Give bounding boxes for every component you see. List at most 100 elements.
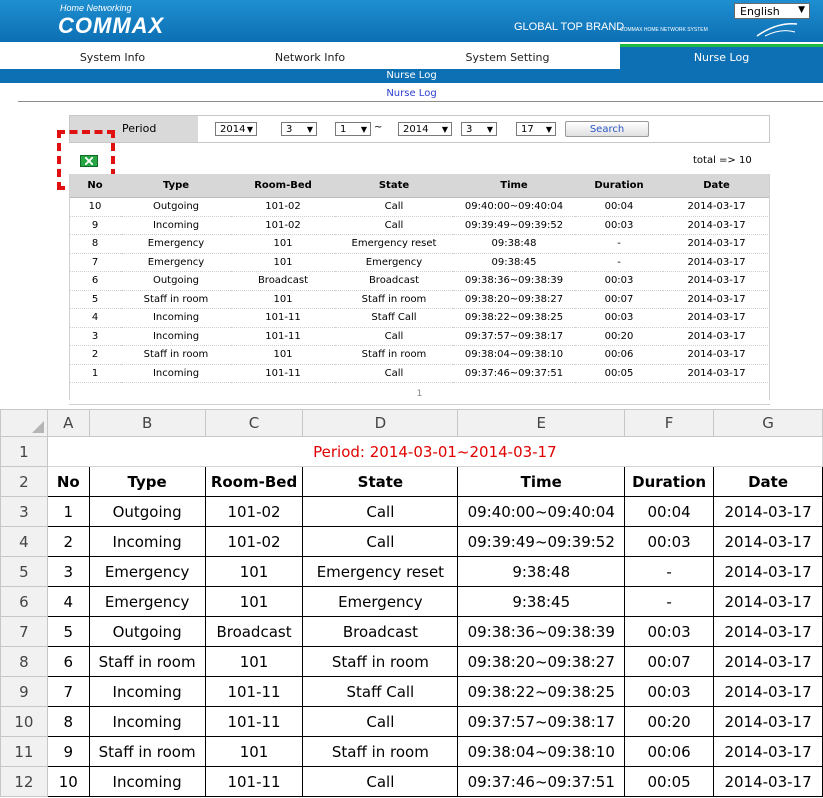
cell-date[interactable]: 2014-03-17 [713,706,823,737]
col-header-room-bed[interactable]: Room-Bed [231,174,335,198]
col-header-state[interactable]: State [335,174,453,198]
cell-type[interactable]: Staff in room [88,646,206,677]
cell-type[interactable]: Outgoing [88,616,206,647]
cell-time[interactable]: 09:37:46~09:37:51 [457,766,626,797]
column-letter-f[interactable]: F [624,409,715,437]
cell-no[interactable]: 8 [46,706,90,737]
cell-time[interactable]: 09:40:00~09:40:04 [457,496,626,527]
table-row[interactable]: 2 Staff in room 101 Staff in room 09:38:04~0… [69,345,770,365]
sub-menu-nurse-log[interactable]: Nurse Log [0,69,823,83]
column-letter-a[interactable]: A [46,409,90,437]
header-cell-room-bed[interactable]: Room-Bed [204,466,304,497]
cell-type[interactable]: Emergency [88,586,206,617]
column-letter-b[interactable]: B [88,409,206,437]
cell-date[interactable]: 2014-03-17 [713,736,823,767]
row-number[interactable]: 10 [0,706,48,737]
cell-no[interactable]: 4 [46,586,90,617]
col-header-date[interactable]: Date [663,174,770,198]
page-number-link[interactable]: 1 [69,382,770,405]
to-year-select[interactable]: 2014 ▼ [398,122,452,136]
col-header-duration[interactable]: Duration [575,174,663,198]
tab-nurse-log[interactable]: Nurse Log [620,47,823,69]
cell-state[interactable]: Broadcast [302,616,459,647]
to-day-select[interactable]: 17 ▼ [516,122,556,136]
cell-room-bed[interactable]: 101 [204,646,304,677]
cell-time[interactable]: 09:38:22~09:38:25 [457,676,626,707]
row-number[interactable]: 11 [0,736,48,767]
row-number[interactable]: 3 [0,496,48,527]
cell-room-bed[interactable]: 101-11 [204,676,304,707]
cell-state[interactable]: Call [302,526,459,557]
row-number[interactable]: 2 [0,466,48,497]
table-row[interactable]: 7 Emergency 101 Emergency 09:38:45-2014-03-1… [69,253,770,272]
cell-state[interactable]: Staff in room [302,646,459,677]
cell-no[interactable]: 10 [46,766,90,797]
cell-time[interactable]: 9:38:45 [457,586,626,617]
column-letter-c[interactable]: C [204,409,304,437]
cell-duration[interactable]: 00:03 [624,676,715,707]
cell-type[interactable]: Emergency [88,556,206,587]
table-row[interactable]: 1 Incoming 101-11 Call 09:37:46~09:37:51 00:0… [69,364,770,383]
cell-duration[interactable]: 00:05 [624,766,715,797]
table-row[interactable]: 9 Incoming 101-02 Call 09:39:49~09:39:52 00:0… [69,216,770,235]
cell-type[interactable]: Incoming [88,526,206,557]
from-year-select[interactable]: 2014 ▼ [215,122,257,136]
cell-time[interactable]: 09:38:20~09:38:27 [457,646,626,677]
cell-date[interactable]: 2014-03-17 [713,496,823,527]
cell-duration[interactable]: 00:03 [624,616,715,647]
table-row[interactable]: 3 Incoming 101-11 Call 09:37:57~09:38:17 00:2… [69,327,770,346]
cell-type[interactable]: Outgoing [88,496,206,527]
cell-no[interactable]: 9 [46,736,90,767]
cell-state[interactable]: Staff in room [302,736,459,767]
cell-time[interactable]: 9:38:48 [457,556,626,587]
language-select[interactable]: English ▼ [734,3,810,19]
cell-date[interactable]: 2014-03-17 [713,676,823,707]
row-number[interactable]: 12 [0,766,48,797]
row-number[interactable]: 4 [0,526,48,557]
cell-date[interactable]: 2014-03-17 [713,586,823,617]
cell-duration[interactable]: - [624,586,715,617]
column-letter-d[interactable]: D [302,409,459,437]
cell-time[interactable]: 09:39:49~09:39:52 [457,526,626,557]
cell-state[interactable]: Staff Call [302,676,459,707]
cell-date[interactable]: 2014-03-17 [713,556,823,587]
cell-state[interactable]: Emergency [302,586,459,617]
col-header-no[interactable]: No [69,174,121,198]
cell-no[interactable]: 7 [46,676,90,707]
cell-no[interactable]: 6 [46,646,90,677]
cell-type[interactable]: Incoming [88,766,206,797]
cell-time[interactable]: 09:37:57~09:38:17 [457,706,626,737]
table-row[interactable]: 10 Outgoing 101-02 Call 09:40:00~09:40:04 00:… [69,197,770,217]
table-row[interactable]: 4 Incoming 101-11 Staff Call 09:38:22~09:38:… [69,308,770,328]
cell-type[interactable]: Incoming [88,706,206,737]
col-header-time[interactable]: Time [453,174,575,198]
row-number[interactable]: 6 [0,586,48,617]
from-month-select[interactable]: 3 ▼ [281,122,317,136]
cell-room-bed[interactable]: 101-11 [204,766,304,797]
cell-no[interactable]: 1 [46,496,90,527]
cell-state[interactable]: Emergency reset [302,556,459,587]
cell-room-bed[interactable]: 101 [204,556,304,587]
table-row[interactable]: 6 Outgoing Broadcast Broadcast 09:38:36~09:3… [69,271,770,291]
cell-room-bed[interactable]: 101 [204,586,304,617]
to-month-select[interactable]: 3 ▼ [461,122,497,136]
cell-no[interactable]: 2 [46,526,90,557]
cell-duration[interactable]: 00:04 [624,496,715,527]
column-letter-e[interactable]: E [457,409,626,437]
table-row[interactable]: 8 Emergency 101 Emergency reset 09:38:48-201… [69,234,770,254]
tab-network-info[interactable]: Network Info [225,47,395,69]
period-title-cell[interactable]: Period: 2014-03-01~2014-03-17 [46,436,823,467]
cell-date[interactable]: 2014-03-17 [713,766,823,797]
col-header-type[interactable]: Type [121,174,231,198]
table-row[interactable]: 5 Staff in room 101 Staff in room 09:38:20~0… [69,290,770,309]
header-cell-type[interactable]: Type [88,466,206,497]
row-number[interactable]: 9 [0,676,48,707]
header-cell-no[interactable]: No [46,466,90,497]
cell-duration[interactable]: 00:07 [624,646,715,677]
cell-type[interactable]: Incoming [88,676,206,707]
search-button[interactable]: Search [565,121,649,137]
header-cell-time[interactable]: Time [457,466,626,497]
cell-room-bed[interactable]: 101-02 [204,496,304,527]
cell-no[interactable]: 5 [46,616,90,647]
cell-type[interactable]: Staff in room [88,736,206,767]
